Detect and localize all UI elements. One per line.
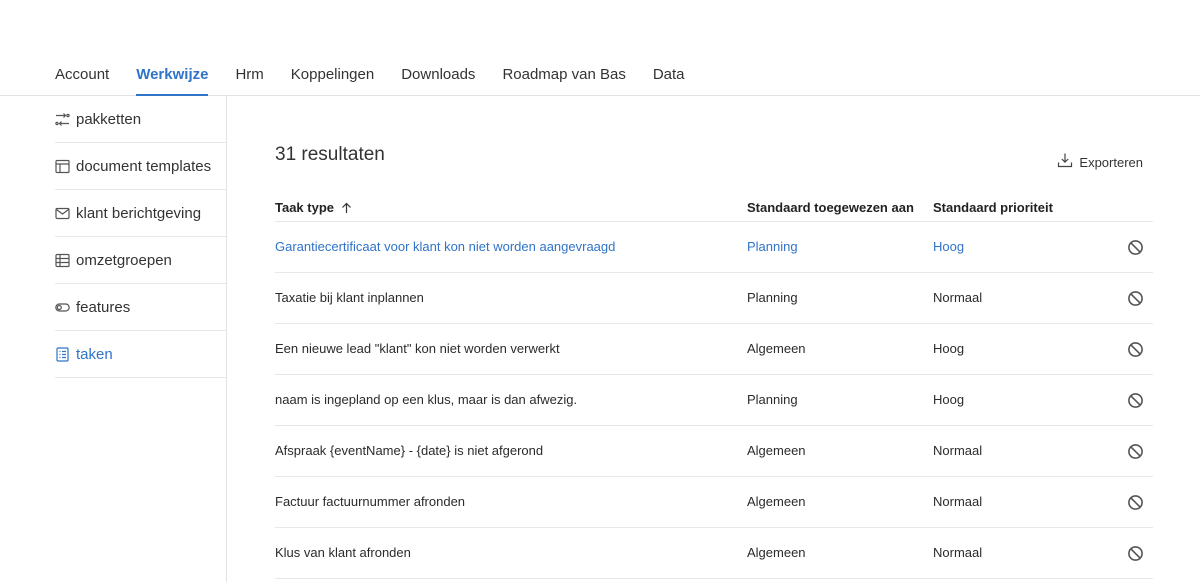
tab-koppelingen[interactable]: Koppelingen (291, 66, 374, 96)
assigned-cell: Algemeen (747, 443, 806, 458)
disable-icon[interactable] (1127, 494, 1144, 511)
result-count: 31 resultaten (275, 144, 385, 165)
sidebar-item-label: features (76, 298, 131, 316)
assigned-cell: Algemeen (747, 341, 806, 356)
priority-cell: Normaal (933, 290, 983, 305)
sidebar-item-label: omzetgroepen (76, 251, 172, 269)
export-button[interactable]: Exporteren (1057, 152, 1143, 173)
assigned-cell: Planning (747, 290, 798, 305)
sidebar-item-pakketten[interactable]: pakketten (55, 96, 226, 143)
template-icon (55, 159, 70, 174)
priority-cell: Hoog (933, 239, 965, 254)
sidebar-item-omzetgroepen[interactable]: omzetgroepen (55, 237, 226, 284)
table-row[interactable]: Factuur factuurnummer afronden Algemeen … (275, 477, 1153, 528)
table-row[interactable]: Afspraak {eventName} - {date} is niet af… (275, 426, 1153, 477)
assigned-cell: Algemeen (747, 545, 806, 560)
column-header-standaard-toegewezen-aan[interactable]: Standaard toegewezen aan (747, 200, 914, 215)
priority-cell: Normaal (933, 494, 983, 509)
tab-data[interactable]: Data (653, 66, 685, 96)
table-row[interactable]: Taxatie bij klant inplannen Planning Nor… (275, 273, 1153, 324)
tab-hrm[interactable]: Hrm (235, 66, 263, 96)
disable-icon[interactable] (1127, 290, 1144, 307)
priority-cell: Normaal (933, 443, 983, 458)
column-header-taak-type[interactable]: Taak type (275, 200, 352, 215)
table-icon (55, 253, 70, 268)
settings-tabs: Account Werkwijze Hrm Koppelingen Downlo… (55, 66, 712, 96)
sidebar-item-document-templates[interactable]: document templates (55, 143, 226, 190)
task-type-cell: Een nieuwe lead "klant" kon niet worden … (275, 341, 560, 356)
table-header: Taak type Standaard toegewezen aan Stand… (275, 196, 1153, 222)
assigned-cell: Algemeen (747, 494, 806, 509)
sidebar-item-taken[interactable]: taken (55, 331, 226, 378)
packages-icon (55, 112, 70, 127)
mail-icon (55, 206, 70, 221)
task-type-cell: Taxatie bij klant inplannen (275, 290, 424, 305)
assigned-cell: Planning (747, 392, 798, 407)
priority-cell: Hoog (933, 392, 965, 407)
disable-icon[interactable] (1127, 392, 1144, 409)
task-type-cell: Klus van klant afronden (275, 545, 411, 560)
task-type-cell[interactable]: Garantiecertificaat voor klant kon niet … (275, 239, 615, 254)
tab-werkwijze[interactable]: Werkwijze (136, 66, 209, 96)
tab-downloads[interactable]: Downloads (401, 66, 475, 96)
table-row[interactable]: Een nieuwe lead "klant" kon niet worden … (275, 324, 1153, 375)
sidebar-item-features[interactable]: features (55, 284, 226, 331)
assigned-cell: Planning (747, 239, 798, 254)
sidebar-item-label: taken (76, 345, 113, 363)
arrow-up-icon (341, 202, 352, 214)
sidebar-item-label: klant berichtgeving (76, 204, 202, 222)
disable-icon[interactable] (1127, 341, 1144, 358)
download-icon (1057, 152, 1073, 173)
export-label: Exporteren (1079, 155, 1143, 170)
sidebar-item-label: document templates (76, 157, 212, 175)
disable-icon[interactable] (1127, 443, 1144, 460)
task-list-icon (55, 346, 70, 362)
sidebar-item-label: pakketten (76, 110, 142, 128)
priority-cell: Hoog (933, 341, 965, 356)
column-header-label: Taak type (275, 200, 335, 215)
toggle-icon (55, 300, 70, 315)
disable-icon[interactable] (1127, 545, 1144, 562)
priority-cell: Normaal (933, 545, 983, 560)
table-row[interactable]: Klus van klant afronden Algemeen Normaal (275, 528, 1153, 579)
top-navigation: Account Werkwijze Hrm Koppelingen Downlo… (0, 0, 1200, 96)
tab-roadmap-van-bas[interactable]: Roadmap van Bas (502, 66, 625, 96)
table-row[interactable]: naam is ingepland op een klus, maar is d… (275, 375, 1153, 426)
main-content: 31 resultaten Exporteren Taak type Stand… (275, 96, 1153, 582)
task-type-cell: Afspraak {eventName} - {date} is niet af… (275, 443, 544, 458)
sidebar: pakketten document templates klant beric… (0, 96, 227, 582)
task-type-cell: naam is ingepland op een klus, maar is d… (275, 392, 578, 407)
task-type-cell: Factuur factuurnummer afronden (275, 494, 466, 509)
table-row[interactable]: Garantiecertificaat voor klant kon niet … (275, 222, 1153, 273)
disable-icon[interactable] (1127, 239, 1144, 256)
tab-account[interactable]: Account (55, 66, 109, 96)
sidebar-item-klant-berichtgeving[interactable]: klant berichtgeving (55, 190, 226, 237)
column-header-standaard-prioriteit[interactable]: Standaard prioriteit (933, 200, 1053, 215)
